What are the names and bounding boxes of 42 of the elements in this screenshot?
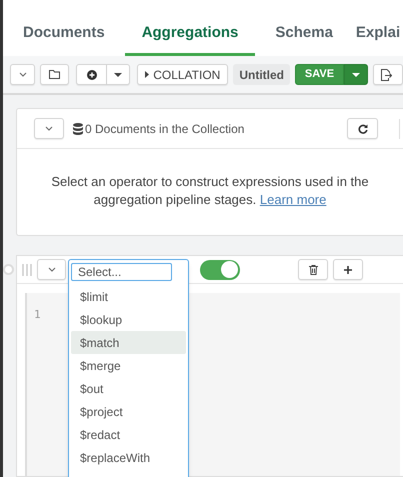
add-stage-button[interactable] xyxy=(333,259,363,280)
collation-button[interactable]: COLLATION xyxy=(137,64,228,85)
operator-option[interactable]: $merge xyxy=(71,354,186,377)
chevron-down-icon xyxy=(18,72,27,77)
refresh-icon xyxy=(358,124,368,134)
save-options-button[interactable] xyxy=(344,64,368,85)
plus-circle-icon xyxy=(86,70,97,80)
tab[interactable]: Documents xyxy=(20,22,108,56)
stage-enable-toggle[interactable] xyxy=(200,260,240,280)
trash-icon xyxy=(308,264,318,274)
tab[interactable]: Explai xyxy=(352,22,403,56)
learn-more-link[interactable]: Learn more xyxy=(260,192,326,207)
operator-help-text: Select an operator to construct expressions used in the aggregation pipeline stages. Learn more xyxy=(50,173,370,209)
drag-handle-icon xyxy=(22,264,32,276)
add-button[interactable] xyxy=(76,64,108,85)
export-button[interactable] xyxy=(373,64,403,85)
operator-search-field[interactable]: Select... xyxy=(71,263,172,281)
caret-right-icon xyxy=(145,71,150,78)
operator-option[interactable]: $match xyxy=(71,331,186,354)
add-options-button[interactable] xyxy=(107,64,130,85)
tab[interactable]: Schema xyxy=(272,22,336,56)
stage-connector-icon xyxy=(3,264,14,275)
open-folder-button[interactable] xyxy=(40,64,70,85)
caret-down-icon xyxy=(114,72,122,76)
plus-icon xyxy=(344,266,352,274)
save-button[interactable]: SAVE xyxy=(295,64,344,85)
folder-icon xyxy=(48,70,61,79)
operator-option[interactable]: $project xyxy=(71,400,186,423)
chevron-down-icon xyxy=(48,267,56,272)
operator-option[interactable]: $out xyxy=(71,377,186,400)
delete-button[interactable] xyxy=(298,259,328,280)
database-icon xyxy=(73,122,83,134)
line-number: 1 xyxy=(34,307,41,323)
operator-option[interactable]: $replaceWith xyxy=(71,446,186,469)
chevron-down-icon xyxy=(45,126,53,131)
export-icon xyxy=(380,68,392,80)
operator-option[interactable]: $lookup xyxy=(71,308,186,331)
operator-option[interactable]: $redact xyxy=(71,423,186,446)
caret-down-icon xyxy=(352,72,360,76)
refresh-button[interactable] xyxy=(347,118,378,139)
document-count: 0 Documents in the Collection xyxy=(85,120,246,138)
pipeline-name: Untitled xyxy=(233,64,290,85)
